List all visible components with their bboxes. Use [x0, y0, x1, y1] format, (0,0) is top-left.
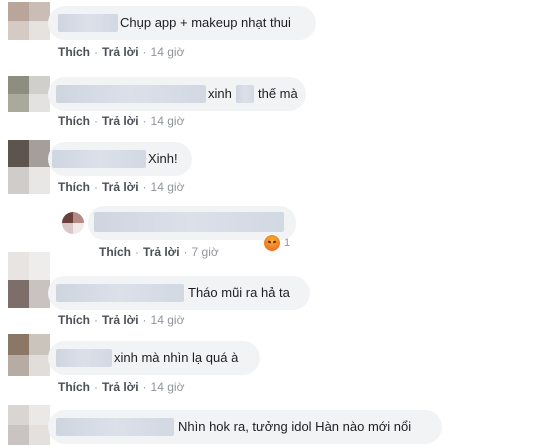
reply-avatar[interactable]: [62, 212, 84, 234]
avatar[interactable]: [8, 405, 50, 445]
reply-link[interactable]: Trả lời: [102, 180, 139, 194]
blurred-username[interactable]: [56, 349, 112, 367]
comment-actions: Thích · Trả lời · 14 giờ: [58, 380, 185, 394]
blurred-username[interactable]: [56, 418, 174, 436]
blurred-username[interactable]: [56, 85, 206, 103]
reply-link[interactable]: Trả lời: [102, 380, 139, 394]
like-link[interactable]: Thích: [58, 380, 90, 394]
like-link[interactable]: Thích: [99, 245, 131, 259]
blurred-username[interactable]: [58, 14, 118, 32]
like-link[interactable]: Thích: [58, 45, 90, 59]
comment-actions: Thích · Trả lời · 14 giờ: [58, 114, 185, 128]
comment-text: Nhìn hok ra, tưởng idol Hàn nào mới nổi: [178, 419, 412, 434]
comment-actions: Thích · Trả lời · 14 giờ: [58, 313, 185, 327]
blurred-username[interactable]: [56, 284, 184, 302]
comment-text: Xinh!: [148, 151, 178, 166]
angry-reaction-icon: [264, 235, 280, 251]
comment-bubble: xinh mà nhìn lạ quá à: [48, 341, 260, 375]
avatar[interactable]: [8, 252, 50, 308]
comment-bubble: xinh thế mà: [48, 77, 306, 111]
reply-link[interactable]: Trả lời: [102, 313, 139, 327]
timestamp[interactable]: 14 giờ: [151, 180, 185, 194]
comment-actions: Thích · Trả lời · 14 giờ: [58, 180, 185, 194]
like-link[interactable]: Thích: [58, 313, 90, 327]
like-link[interactable]: Thích: [58, 180, 90, 194]
timestamp[interactable]: 7 giờ: [192, 245, 219, 259]
comment-bubble: Nhìn hok ra, tưởng idol Hàn nào mới nổi: [48, 410, 442, 444]
reaction-count[interactable]: 1: [264, 234, 290, 252]
avatar[interactable]: [8, 140, 50, 194]
blurred-username[interactable]: [94, 212, 284, 232]
blurred-word: [236, 85, 254, 103]
comment-text: xinh mà nhìn lạ quá à: [114, 350, 239, 365]
reply-link[interactable]: Trả lời: [102, 45, 139, 59]
reply-link[interactable]: Trả lời: [143, 245, 180, 259]
comment-text: thế mà: [258, 86, 298, 101]
reaction-number: 1: [284, 237, 291, 249]
comment-bubble: Xinh!: [48, 142, 192, 176]
like-link[interactable]: Thích: [58, 114, 90, 128]
comment-bubble: Tháo mũi ra hả ta: [48, 276, 310, 310]
timestamp[interactable]: 14 giờ: [151, 313, 185, 327]
blurred-username[interactable]: [52, 150, 146, 168]
reply-link[interactable]: Trả lời: [102, 114, 139, 128]
timestamp[interactable]: 14 giờ: [151, 114, 185, 128]
comment-bubble: Chụp app + makeup nhạt thui: [48, 6, 316, 40]
comment-text: Tháo mũi ra hả ta: [188, 285, 290, 300]
timestamp[interactable]: 14 giờ: [151, 45, 185, 59]
comment-text: Chụp app + makeup nhạt thui: [120, 15, 291, 30]
avatar[interactable]: [8, 334, 50, 376]
avatar[interactable]: [8, 76, 50, 112]
comment-actions: Thích · Trả lời · 14 giờ: [58, 45, 185, 59]
timestamp[interactable]: 14 giờ: [151, 380, 185, 394]
reply-actions: Thích · Trả lời · 7 giờ: [99, 245, 219, 259]
comment-text: xinh: [208, 86, 232, 101]
avatar[interactable]: [8, 2, 50, 40]
